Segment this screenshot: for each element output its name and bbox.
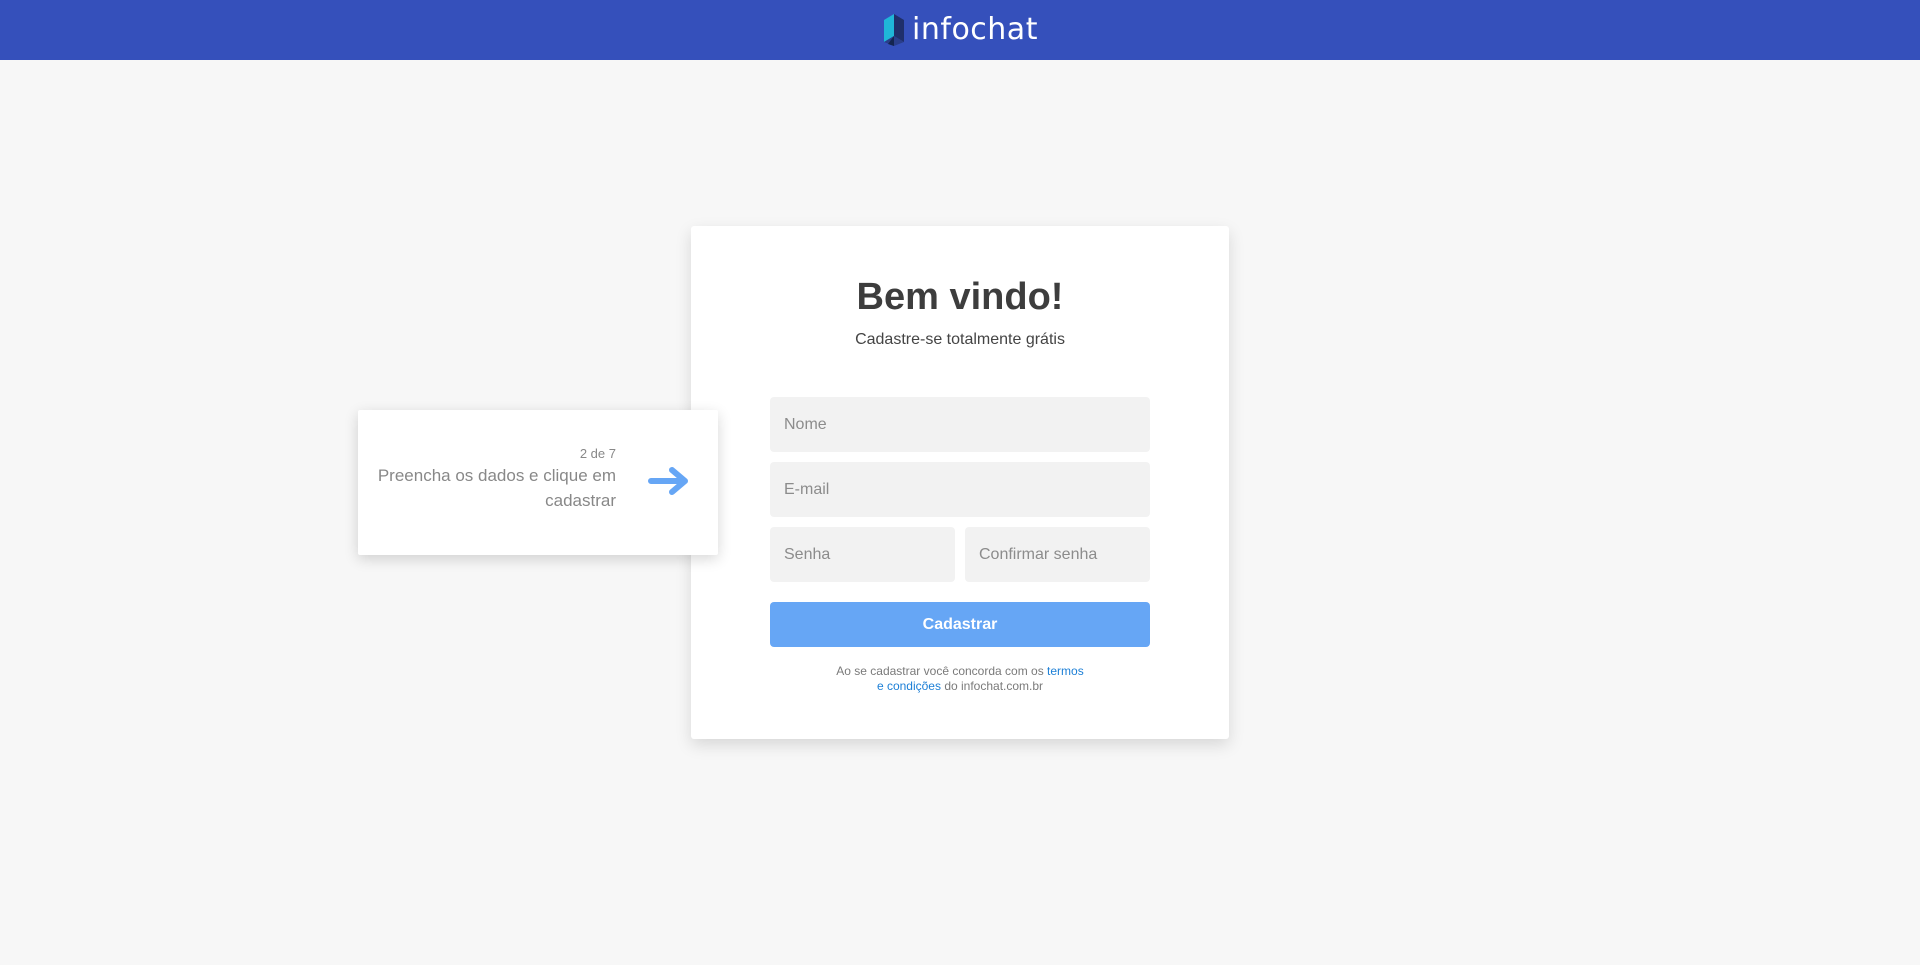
- confirm-password-input[interactable]: [965, 527, 1150, 582]
- password-input[interactable]: [770, 527, 955, 582]
- email-input[interactable]: [770, 462, 1150, 517]
- tooltip-message: Preencha os dados e clique em cadastrar: [377, 466, 616, 510]
- terms-link-continued[interactable]: e condições: [877, 679, 941, 693]
- infochat-logo[interactable]: infochat: [882, 14, 1038, 46]
- tooltip-content: 2 de 7 Preencha os dados e clique em cad…: [366, 446, 616, 513]
- page-title: Bem vindo!: [856, 276, 1064, 318]
- terms-link[interactable]: termos: [1047, 664, 1084, 678]
- terms-prefix: Ao se cadastrar você concorda com os: [836, 664, 1048, 678]
- infochat-logo-icon: [884, 14, 905, 46]
- top-bar: infochat: [0, 0, 1920, 60]
- page-subtitle: Cadastre-se totalmente grátis: [855, 331, 1065, 348]
- signup-card: Bem vindo! Cadastre-se totalmente grátis…: [691, 226, 1229, 739]
- onboarding-tooltip: 2 de 7 Preencha os dados e clique em cad…: [358, 410, 718, 555]
- tooltip-step-counter: 2 de 7: [579, 446, 616, 461]
- name-input[interactable]: [770, 397, 1150, 452]
- terms-notice: Ao se cadastrar você concorda com os ter…: [770, 664, 1150, 694]
- logo-text: infochat: [912, 12, 1038, 47]
- register-button[interactable]: Cadastrar: [770, 602, 1150, 647]
- terms-suffix: do infochat.com.br: [940, 679, 1044, 693]
- arrow-right-icon[interactable]: [648, 466, 690, 496]
